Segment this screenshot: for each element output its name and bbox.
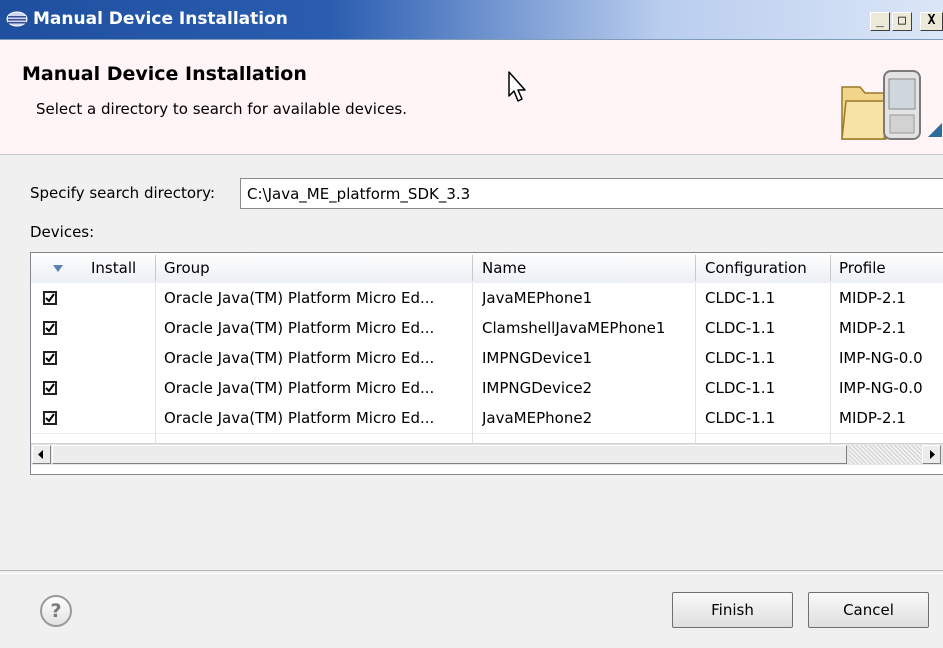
- table-row[interactable]: Oracle Java(TM) Platform Micro Ed... IMP…: [31, 343, 943, 374]
- folder-device-icon: [841, 70, 942, 140]
- cancel-button[interactable]: Cancel: [808, 592, 929, 628]
- row-group: Oracle Java(TM) Platform Micro Ed...: [164, 379, 435, 397]
- column-header-profile[interactable]: Profile: [839, 253, 886, 283]
- horizontal-scrollbar[interactable]: [31, 443, 943, 465]
- checkmark-icon: [45, 293, 55, 303]
- arrow-right-icon: [930, 450, 935, 459]
- row-profile: MIDP-2.1: [839, 289, 906, 307]
- table-row[interactable]: Oracle Java(TM) Platform Micro Ed... Jav…: [31, 403, 943, 434]
- column-header-name[interactable]: Name: [482, 253, 526, 283]
- search-directory-input[interactable]: C:\Java_ME_platform_SDK_3.3: [240, 178, 943, 209]
- dialog-header: Manual Device Installation Select a dire…: [0, 40, 943, 155]
- row-configuration: CLDC-1.1: [705, 319, 776, 337]
- install-checkbox[interactable]: [43, 381, 57, 395]
- install-checkbox[interactable]: [43, 351, 57, 365]
- row-configuration: CLDC-1.1: [705, 379, 776, 397]
- scroll-right-button[interactable]: [922, 445, 941, 464]
- row-profile: MIDP-2.1: [839, 319, 906, 337]
- maximize-button[interactable]: □: [892, 12, 912, 31]
- devices-table[interactable]: Install Group Name Configuration Profile…: [30, 252, 943, 475]
- row-name: IMPNGDevice1: [482, 349, 593, 367]
- row-group: Oracle Java(TM) Platform Micro Ed...: [164, 349, 435, 367]
- row-profile: MIDP-2.1: [839, 409, 906, 427]
- row-group: Oracle Java(TM) Platform Micro Ed...: [164, 319, 435, 337]
- header-description: Select a directory to search for availab…: [36, 100, 408, 118]
- row-configuration: CLDC-1.1: [705, 289, 776, 307]
- row-name: IMPNGDevice2: [482, 379, 593, 397]
- finish-button[interactable]: Finish: [672, 592, 793, 628]
- row-name: JavaMEPhone1: [482, 289, 593, 307]
- minimize-button[interactable]: _: [870, 12, 890, 31]
- footer-separator: [0, 570, 943, 574]
- install-checkbox[interactable]: [43, 411, 57, 425]
- row-profile: IMP-NG-0.0: [839, 379, 923, 397]
- checkmark-icon: [45, 413, 55, 423]
- scroll-left-button[interactable]: [32, 445, 51, 464]
- mouse-pointer-icon: [508, 71, 526, 102]
- column-header-install[interactable]: Install: [91, 253, 136, 283]
- arrow-left-icon: [38, 450, 43, 459]
- scrollbar-track[interactable]: [849, 445, 921, 464]
- window-title: Manual Device Installation: [33, 9, 288, 29]
- close-button[interactable]: X: [920, 12, 943, 31]
- window-titlebar[interactable]: Manual Device Installation _ □ X: [0, 0, 943, 40]
- column-header-group[interactable]: Group: [164, 253, 210, 283]
- column-header-configuration[interactable]: Configuration: [705, 253, 807, 283]
- checkmark-icon: [45, 323, 55, 333]
- search-directory-label: Specify search directory:: [30, 184, 216, 202]
- header-title: Manual Device Installation: [22, 63, 307, 85]
- table-header: Install Group Name Configuration Profile: [31, 253, 943, 284]
- row-name: ClamshellJavaMEPhone1: [482, 319, 666, 337]
- help-button[interactable]: ?: [40, 595, 72, 627]
- checkmark-icon: [45, 383, 55, 393]
- row-configuration: CLDC-1.1: [705, 409, 776, 427]
- row-configuration: CLDC-1.1: [705, 349, 776, 367]
- sort-down-icon: [53, 265, 63, 272]
- row-name: JavaMEPhone2: [482, 409, 593, 427]
- scrollbar-thumb[interactable]: [52, 445, 847, 464]
- row-group: Oracle Java(TM) Platform Micro Ed...: [164, 409, 435, 427]
- row-group: Oracle Java(TM) Platform Micro Ed...: [164, 289, 435, 307]
- row-profile: IMP-NG-0.0: [839, 349, 923, 367]
- table-row[interactable]: Oracle Java(TM) Platform Micro Ed... Jav…: [31, 283, 943, 314]
- eclipse-icon: [6, 11, 28, 27]
- install-checkbox[interactable]: [43, 321, 57, 335]
- table-row[interactable]: Oracle Java(TM) Platform Micro Ed... IMP…: [31, 373, 943, 404]
- table-row[interactable]: Oracle Java(TM) Platform Micro Ed... Cla…: [31, 313, 943, 344]
- devices-label: Devices:: [30, 223, 95, 241]
- checkmark-icon: [45, 353, 55, 363]
- install-checkbox[interactable]: [43, 291, 57, 305]
